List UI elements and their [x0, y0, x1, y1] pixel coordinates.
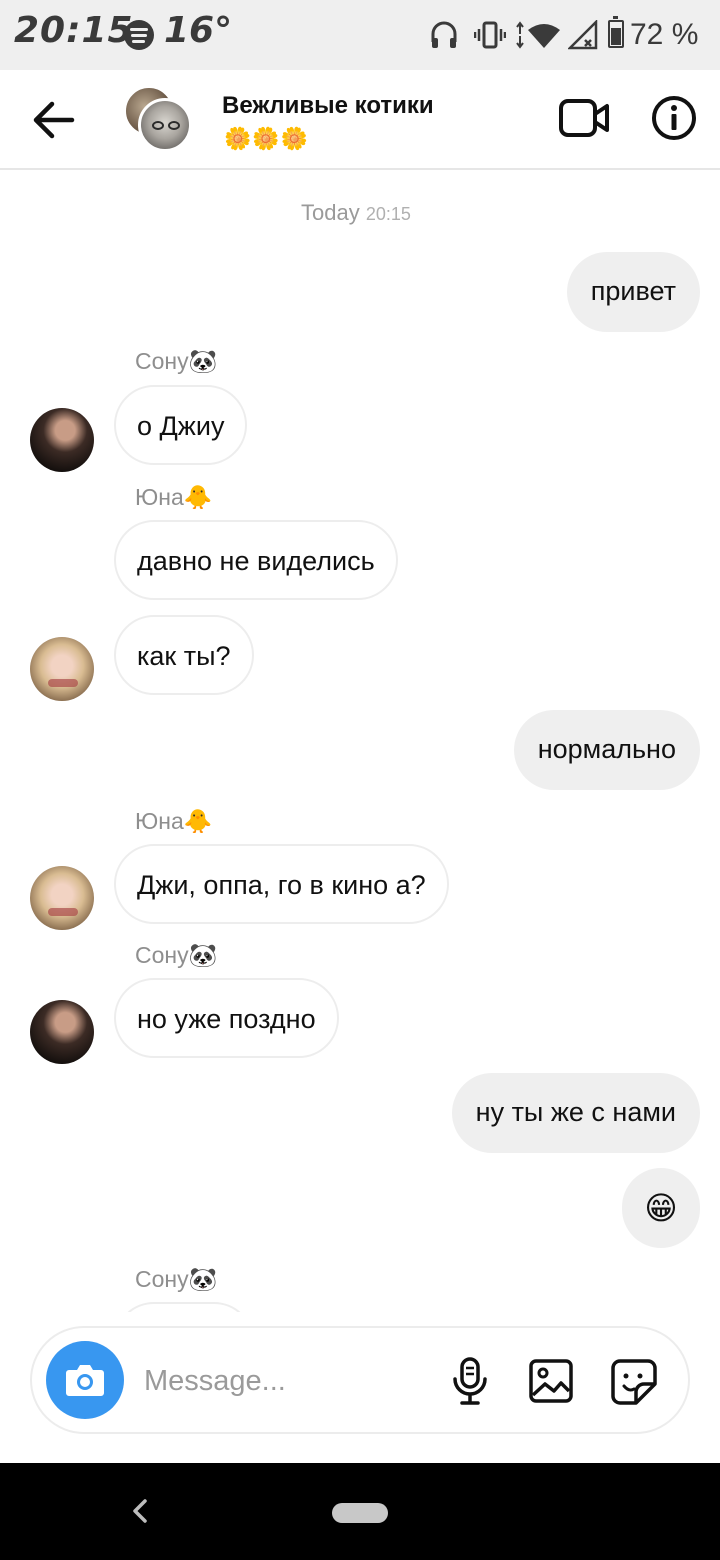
message-bubble-outgoing[interactable]: привет: [566, 252, 700, 332]
spotify-icon: [124, 20, 154, 50]
message-bubble-outgoing[interactable]: нормально: [513, 710, 700, 790]
message-composer: [30, 1326, 690, 1434]
message-bubble-incoming[interactable]: но уже поздно: [114, 978, 339, 1058]
sender-name: Юна🐥: [135, 484, 213, 510]
status-bar: 20:15 16° 72 %: [0, 0, 720, 70]
battery-percent: 72 %: [630, 18, 699, 51]
message-bubble-incoming[interactable]: давно не виделись: [114, 520, 398, 600]
nav-home-pill[interactable]: [332, 1503, 388, 1523]
date-divider: Today 20:15: [0, 200, 712, 226]
info-icon[interactable]: [650, 94, 698, 142]
group-avatar[interactable]: [124, 84, 194, 154]
avatar-yuna[interactable]: [30, 866, 94, 930]
nav-back-icon[interactable]: [128, 1493, 152, 1529]
headphones-icon: [431, 21, 457, 48]
sender-name: Юна🐥: [135, 808, 213, 834]
chat-subtitle: 🌼🌼🌼: [224, 126, 310, 151]
camera-icon: [66, 1365, 104, 1396]
avatar-sonu[interactable]: [30, 1000, 94, 1064]
status-temperature: 16°: [164, 10, 233, 51]
camera-button[interactable]: [46, 1341, 124, 1419]
vibrate-icon: [474, 21, 506, 49]
wifi-icon: [516, 21, 560, 49]
battery-icon: [608, 16, 624, 48]
date-label: Today: [301, 200, 360, 225]
message-list[interactable]: Today 20:15 привет Сону🐼 о Джиу Юна🐥 дав…: [0, 170, 720, 1312]
date-time: 20:15: [365, 204, 411, 224]
sender-name: Сону🐼: [135, 1266, 218, 1292]
status-time: 20:15: [14, 10, 134, 51]
chat-title[interactable]: Вежливые котики: [222, 92, 434, 120]
message-bubble-incoming[interactable]: о Джиу: [114, 385, 248, 465]
system-nav-bar: [0, 1463, 720, 1560]
video-camera-icon[interactable]: [558, 98, 610, 138]
group-avatar-front: [138, 98, 192, 152]
back-arrow-icon[interactable]: [28, 94, 76, 146]
signal-icon: [568, 20, 598, 50]
message-bubble-incoming[interactable]: [114, 1302, 254, 1312]
message-input[interactable]: [144, 1356, 424, 1406]
avatar-yuna[interactable]: [30, 637, 94, 701]
chat-header: Вежливые котики 🌼🌼🌼: [0, 70, 720, 170]
message-bubble-outgoing[interactable]: ну ты же с нами: [451, 1073, 700, 1153]
avatar-sonu[interactable]: [30, 408, 94, 472]
microphone-icon[interactable]: [450, 1356, 490, 1406]
sender-name: Сону🐼: [135, 348, 218, 374]
sticker-icon[interactable]: [610, 1358, 658, 1406]
emoji-message[interactable]: 😁: [622, 1168, 700, 1248]
gallery-icon[interactable]: [528, 1358, 574, 1404]
message-bubble-incoming[interactable]: Джи, оппа, го в кино а?: [114, 844, 449, 924]
message-bubble-incoming[interactable]: как ты?: [114, 615, 254, 695]
sender-name: Сону🐼: [135, 942, 218, 968]
